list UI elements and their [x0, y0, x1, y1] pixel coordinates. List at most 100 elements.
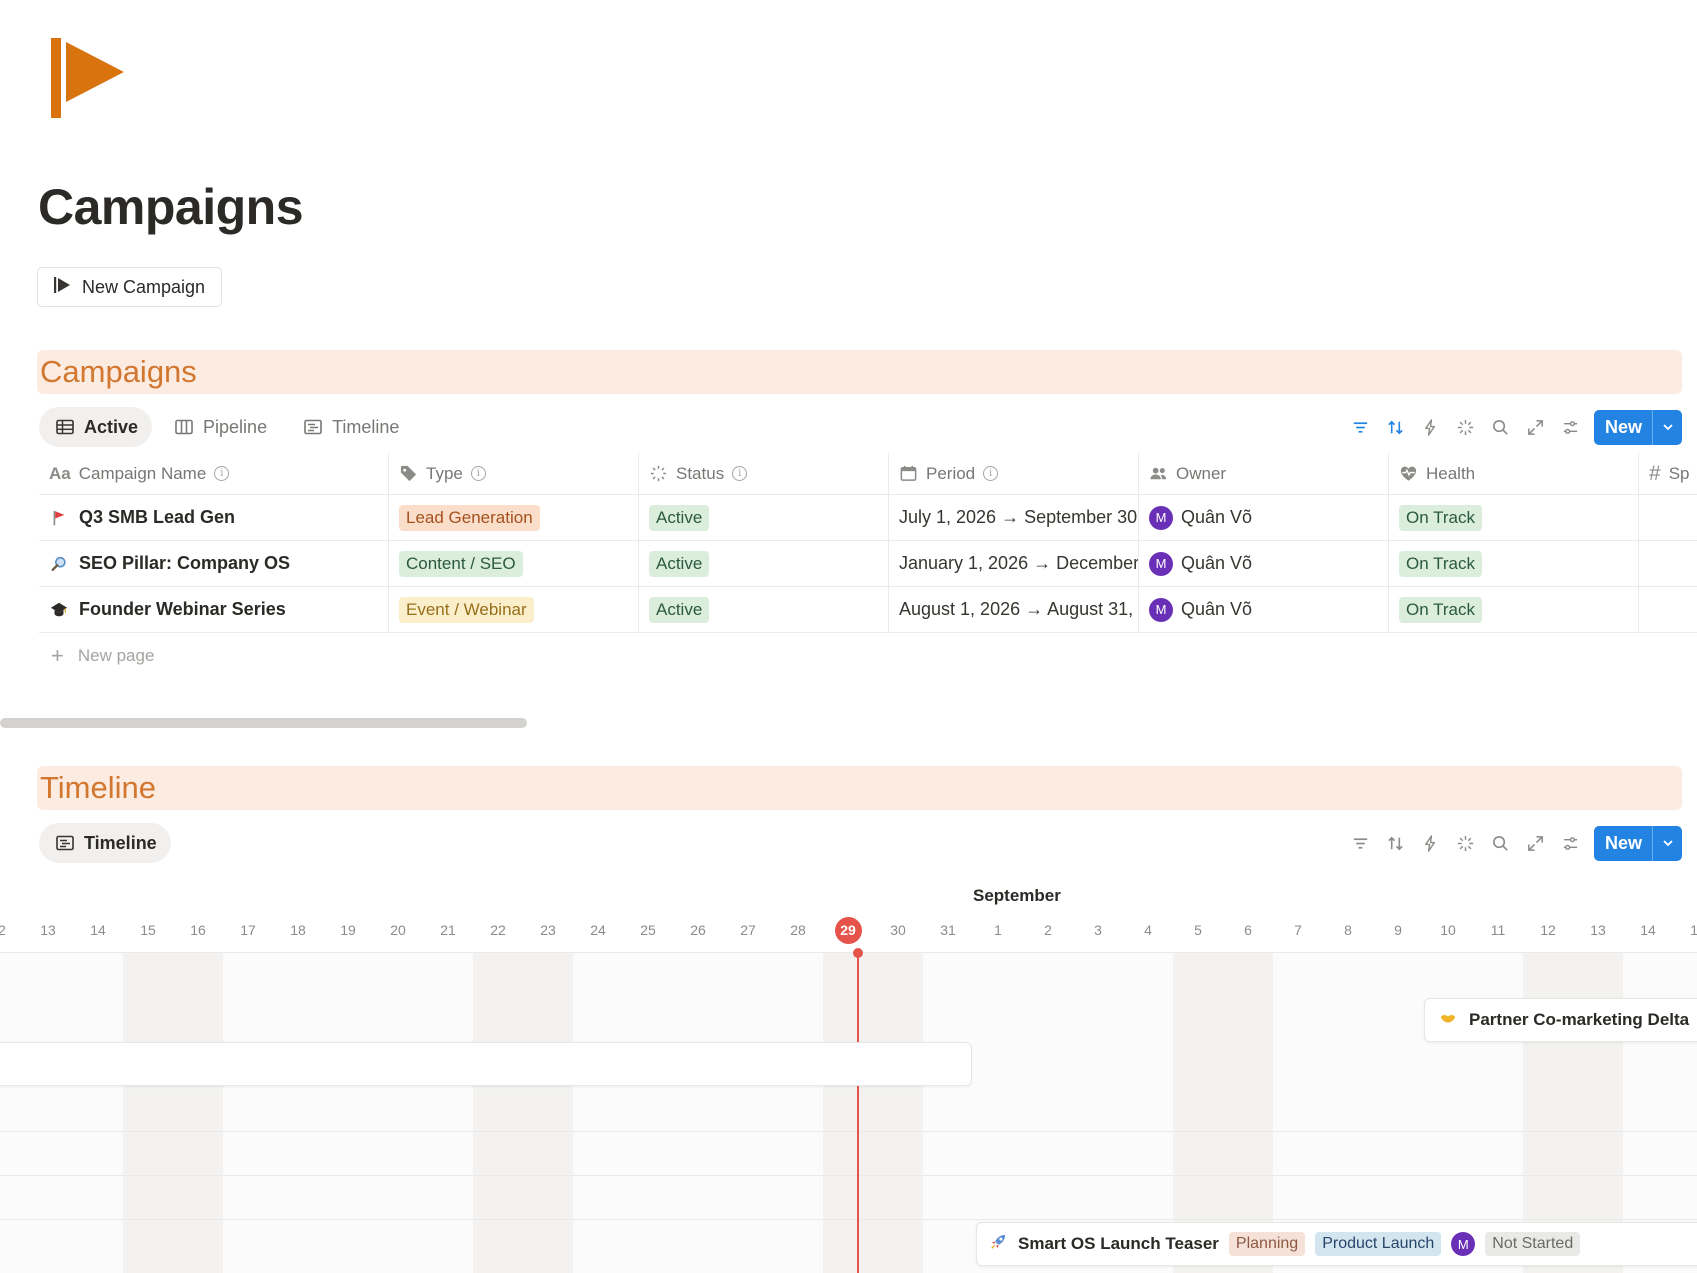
tab-pipeline[interactable]: Pipeline: [158, 407, 281, 447]
cell-period[interactable]: July 1, 2026 → September 30, 2026: [889, 495, 1139, 540]
timeline-day: 20: [390, 922, 406, 938]
campaigns-section-label: Campaigns: [40, 354, 197, 389]
filter-button[interactable]: [1343, 826, 1378, 861]
column-header-type[interactable]: Type i: [389, 453, 639, 494]
table-row[interactable]: Founder Webinar Series Event / Webinar A…: [39, 587, 1697, 633]
page-icon: [48, 36, 128, 120]
column-header-owner[interactable]: Owner: [1139, 453, 1389, 494]
timeline-section-header: Timeline: [37, 766, 1682, 810]
column-label: Status: [676, 463, 725, 483]
tab-timeline-view-label: Timeline: [84, 832, 157, 853]
new-page-row[interactable]: + New page: [39, 633, 1697, 679]
timeline-card[interactable]: Smart OS Launch Teaser Planning Product …: [976, 1222, 1697, 1266]
chevron-down-icon[interactable]: [1652, 409, 1682, 445]
row-divider: [0, 1131, 1697, 1132]
table-row[interactable]: SEO Pillar: Company OS Content / SEO Act…: [39, 541, 1697, 587]
rocket-icon: [989, 1232, 1008, 1256]
new-campaign-button[interactable]: New Campaign: [37, 267, 223, 307]
cell-campaign-name[interactable]: Q3 SMB Lead Gen: [39, 495, 389, 540]
tab-timeline-view[interactable]: Timeline: [39, 823, 171, 863]
card-tag: Planning: [1228, 1232, 1306, 1256]
tab-active-label: Active: [84, 416, 139, 437]
cell-status[interactable]: Active: [639, 495, 889, 540]
health-tag: On Track: [1399, 596, 1482, 623]
info-icon[interactable]: i: [214, 466, 230, 481]
expand-icon: [1528, 419, 1543, 435]
ai-button[interactable]: [1448, 410, 1483, 445]
cell-type[interactable]: Lead Generation: [389, 495, 639, 540]
sort-button[interactable]: [1378, 826, 1413, 861]
settings-button[interactable]: [1553, 410, 1588, 445]
timeline-day: 1: [994, 922, 1002, 938]
info-icon[interactable]: i: [983, 466, 999, 481]
column-header-health[interactable]: Health: [1389, 453, 1639, 494]
timeline-day: 14: [1640, 922, 1656, 938]
cell-type[interactable]: Content / SEO: [389, 541, 639, 586]
timeline-day: 9: [1394, 922, 1402, 938]
cell-health[interactable]: On Track: [1389, 541, 1639, 586]
row-divider: [0, 1219, 1697, 1220]
expand-button[interactable]: [1518, 410, 1553, 445]
horizontal-scrollbar[interactable]: [0, 718, 527, 728]
table-row[interactable]: Q3 SMB Lead Gen Lead Generation Active J…: [39, 495, 1697, 541]
table-header: Aa Campaign Name i Type i Status i Perio…: [39, 453, 1697, 495]
cell-health[interactable]: On Track: [1389, 587, 1639, 632]
cell-owner[interactable]: M Quân Võ: [1139, 587, 1389, 632]
expand-button[interactable]: [1518, 826, 1553, 861]
timeline-day: 18: [290, 922, 306, 938]
cell-status[interactable]: Active: [639, 587, 889, 632]
timeline-day: 3: [1094, 922, 1102, 938]
sliders-icon: [1563, 420, 1578, 434]
search-button[interactable]: [1483, 410, 1518, 445]
cell-period[interactable]: August 1, 2026 → August 31, 2026: [889, 587, 1139, 632]
sliders-icon: [1563, 836, 1578, 850]
info-icon[interactable]: i: [732, 466, 748, 481]
cell-campaign-name[interactable]: Founder Webinar Series: [39, 587, 389, 632]
search-button[interactable]: [1483, 826, 1518, 861]
column-header-sp[interactable]: # Sp: [1639, 453, 1697, 494]
chevron-down-icon[interactable]: [1652, 825, 1682, 861]
sort-button[interactable]: [1378, 410, 1413, 445]
new-record-button[interactable]: New: [1593, 409, 1682, 445]
column-header-period[interactable]: Period i: [889, 453, 1139, 494]
cell-sp[interactable]: [1639, 587, 1697, 632]
automation-button[interactable]: [1413, 410, 1448, 445]
campaign-name: Founder Webinar Series: [79, 599, 286, 619]
timeline-day: 30: [890, 922, 906, 938]
lightning-icon: [1425, 834, 1435, 852]
cell-owner[interactable]: M Quân Võ: [1139, 541, 1389, 586]
cell-sp[interactable]: [1639, 541, 1697, 586]
cell-health[interactable]: On Track: [1389, 495, 1639, 540]
cell-type[interactable]: Event / Webinar: [389, 587, 639, 632]
timeline-day: 25: [640, 922, 656, 938]
timeline-day: 21: [440, 922, 456, 938]
timeline-card[interactable]: Partner Co-marketing Delta: [1424, 998, 1697, 1042]
period-text: July 1, 2026 → September 30, 2026: [899, 507, 1138, 527]
campaign-name: SEO Pillar: Company OS: [79, 553, 291, 573]
timeline-day: 24: [590, 922, 606, 938]
timeline-day: 10: [1440, 922, 1456, 938]
tab-active[interactable]: Active: [39, 407, 153, 447]
cell-campaign-name[interactable]: SEO Pillar: Company OS: [39, 541, 389, 586]
cell-period[interactable]: January 1, 2026 → December 31, 2026: [889, 541, 1139, 586]
timeline-day: 23: [540, 922, 556, 938]
info-icon[interactable]: i: [470, 466, 486, 481]
new-record-button[interactable]: New: [1593, 825, 1682, 861]
campaign-name: Q3 SMB Lead Gen: [79, 507, 236, 527]
cell-status[interactable]: Active: [639, 541, 889, 586]
column-header-status[interactable]: Status i: [639, 453, 889, 494]
lightning-icon: [1425, 418, 1435, 436]
tab-timeline[interactable]: Timeline: [287, 407, 413, 447]
automation-button[interactable]: [1413, 826, 1448, 861]
filter-button[interactable]: [1343, 410, 1378, 445]
ai-button[interactable]: [1448, 826, 1483, 861]
search-icon: [1493, 835, 1508, 851]
column-label: Health: [1426, 463, 1476, 483]
status-tag: Active: [649, 596, 710, 623]
timeline-bar[interactable]: [0, 1042, 972, 1086]
cell-sp[interactable]: [1639, 495, 1697, 540]
column-header-campaign-name[interactable]: Aa Campaign Name i: [39, 453, 389, 494]
settings-button[interactable]: [1553, 826, 1588, 861]
cell-owner[interactable]: M Quân Võ: [1139, 495, 1389, 540]
filter-icon: [1353, 421, 1368, 433]
